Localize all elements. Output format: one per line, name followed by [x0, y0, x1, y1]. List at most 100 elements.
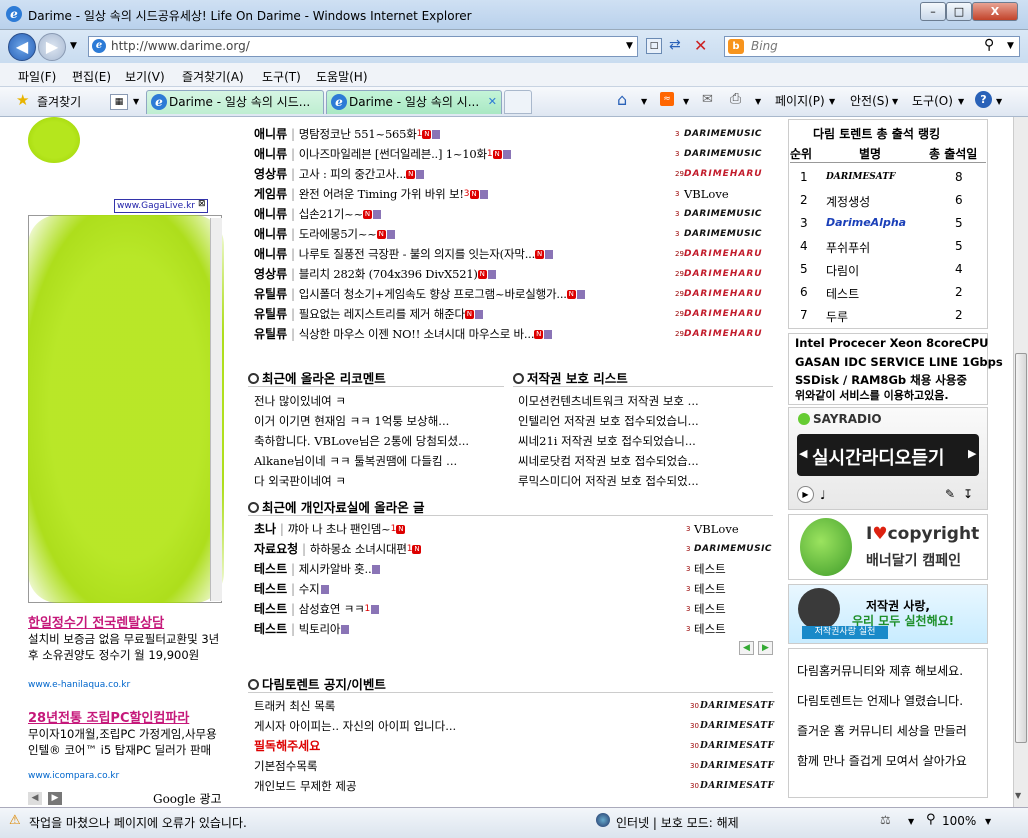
radio-prev-icon[interactable]: ◀: [799, 447, 807, 460]
notice-item[interactable]: 기본점수목록: [254, 757, 674, 775]
uploader-name[interactable]: DARIMEHARU: [684, 325, 763, 343]
back-button[interactable]: ◀: [8, 33, 36, 61]
address-bar[interactable]: e http://www.darime.org/: [88, 36, 638, 57]
category-label[interactable]: 영상류: [254, 167, 287, 181]
copyright-item[interactable]: 씨네21i 저작권 보호 접수되었습니...: [518, 432, 770, 450]
post-title[interactable]: 꺄아 나 초나 팬인뎀~: [288, 522, 391, 536]
uploader-name[interactable]: VBLove: [684, 185, 729, 203]
upload-title[interactable]: 완전 어려운 Timing 가위 바위 보!: [299, 187, 464, 201]
upload-row[interactable]: 영상류 | 고사 : 피의 중간고사... N: [254, 165, 425, 183]
category-label[interactable]: 애니류: [254, 147, 287, 161]
print-icon[interactable]: ⎙: [730, 91, 741, 107]
personal-row[interactable]: 초나 | 꺄아 나 초나 팬인뎀~1 N: [254, 520, 406, 538]
print-dropdown-icon[interactable]: ▼: [755, 97, 761, 106]
zoom-dropdown-icon[interactable]: ▼: [985, 817, 991, 826]
personal-row[interactable]: 테스트 | 빅토리아: [254, 620, 350, 638]
upload-row[interactable]: 게임류 | 완전 어려운 Timing 가위 바위 보!3 N: [254, 185, 488, 203]
poster-name[interactable]: 테스트: [694, 600, 726, 618]
uploader-name[interactable]: DARIMEMUSIC: [684, 205, 762, 223]
category-label[interactable]: 애니류: [254, 127, 287, 141]
rss-dropdown-icon[interactable]: ▼: [683, 97, 689, 106]
comment-item[interactable]: 다 외국판이네여 ㅋ: [254, 472, 500, 490]
upload-title[interactable]: 십손21기~~: [299, 207, 363, 221]
rank-nickname[interactable]: DarimeAlpha: [826, 216, 906, 229]
personal-next-button[interactable]: ▶: [758, 641, 773, 655]
upload-title[interactable]: 도라에몽5기~~: [299, 227, 377, 241]
category-label[interactable]: 게임류: [254, 187, 287, 201]
category-label[interactable]: 테스트: [254, 582, 287, 596]
category-label[interactable]: 유틸류: [254, 307, 287, 321]
category-label[interactable]: 애니류: [254, 227, 287, 241]
zoom-icon[interactable]: ⚲: [926, 812, 936, 827]
new-tab-button[interactable]: [504, 90, 532, 114]
uploader-name[interactable]: DARIMEMUSIC: [684, 125, 762, 143]
notice-item[interactable]: 트래커 최신 목록: [254, 697, 674, 715]
notice-author[interactable]: DARIMESATF: [700, 717, 774, 735]
ad-next-button[interactable]: ▶: [48, 792, 62, 805]
upload-title[interactable]: 이나즈마일레븐 [썬더일레븐..] 1~10화: [299, 147, 487, 161]
rank-nickname[interactable]: DARIMESATF: [826, 172, 895, 182]
radio-next-icon[interactable]: ▶: [968, 447, 976, 460]
compatibility-icon[interactable]: □: [646, 38, 662, 54]
radio-play-icon[interactable]: ▶: [797, 486, 814, 503]
search-input[interactable]: b Bing: [724, 36, 1020, 57]
radio-download-icon[interactable]: ↧: [963, 487, 973, 501]
category-label[interactable]: 영상류: [254, 267, 287, 281]
tab-darime-1[interactable]: e Darime - 일상 속의 시드...: [146, 90, 324, 114]
maximize-button[interactable]: □: [946, 2, 972, 21]
uploader-name[interactable]: DARIMEHARU: [684, 285, 763, 303]
notice-item[interactable]: 개인보드 무제한 제공: [254, 777, 674, 795]
google-ads-label[interactable]: Google 광고: [153, 790, 222, 807]
upload-title[interactable]: 입시폴더 청소기+게임속도 향상 프로그램~바로실행가...: [299, 287, 567, 301]
menu-file[interactable]: 파일(F): [18, 68, 56, 85]
stop-icon[interactable]: ✕: [694, 36, 707, 55]
upload-row[interactable]: 유틸류 | 입시폴더 청소기+게임속도 향상 프로그램~바로실행가... N: [254, 285, 585, 303]
favorites-star-icon[interactable]: ★: [16, 91, 29, 109]
category-label[interactable]: 자료요청: [254, 542, 298, 556]
notice-author[interactable]: DARIMESATF: [700, 757, 774, 775]
poster-name[interactable]: DARIMEMUSIC: [694, 540, 772, 558]
search-icon[interactable]: ⚲: [984, 37, 994, 53]
favorites-button[interactable]: 즐겨찾기: [37, 93, 81, 110]
category-label[interactable]: 유틸류: [254, 287, 287, 301]
upload-title[interactable]: 고사 : 피의 중간고사...: [299, 167, 407, 181]
tools-menu[interactable]: 도구(O): [912, 92, 953, 109]
personal-row[interactable]: 테스트 | 제시카알바 홋..: [254, 560, 381, 578]
poster-name[interactable]: 테스트: [694, 580, 726, 598]
notice-author[interactable]: DARIMESATF: [700, 737, 774, 755]
help-dropdown-icon[interactable]: ▼: [996, 97, 1002, 106]
radio-label[interactable]: 실시간라디오듣기: [812, 444, 944, 470]
upload-row[interactable]: 애니류 | 이나즈마일레븐 [썬더일레븐..] 1~10화1 N: [254, 145, 511, 163]
home-dropdown-icon[interactable]: ▼: [641, 97, 647, 106]
ad1-url[interactable]: www.e-hanilaqua.co.kr: [28, 680, 130, 690]
post-title[interactable]: 제시카알바 홋..: [299, 562, 372, 576]
menu-favorites[interactable]: 즐겨찾기(A): [182, 68, 244, 85]
poster-name[interactable]: VBLove: [694, 520, 739, 538]
ad-prev-button[interactable]: ◀: [28, 792, 42, 805]
rank-nickname[interactable]: 다림이: [826, 262, 859, 279]
category-label[interactable]: 초나: [254, 522, 276, 536]
upload-row[interactable]: 영상류 | 블리치 282화 (704x396 DivX521) N: [254, 265, 496, 283]
search-dropdown-icon[interactable]: ▼: [1007, 41, 1014, 51]
page-dropdown-icon[interactable]: ▼: [829, 97, 835, 106]
notice-author[interactable]: DARIMESATF: [700, 697, 774, 715]
scrollbar-thumb[interactable]: [1015, 353, 1027, 743]
upload-title[interactable]: 블리치 282화 (704x396 DivX521): [299, 267, 478, 281]
copyright-item[interactable]: 씨네로닷컴 저작권 보호 접수되었습...: [518, 452, 770, 470]
forward-button[interactable]: ▶: [38, 33, 66, 61]
upload-row[interactable]: 유틸류 | 식상한 마우스 이젠 NO!! 소녀시대 마우스로 바... N: [254, 325, 553, 343]
post-title[interactable]: 하하몽쇼 소녀시대편: [310, 542, 407, 556]
tab-darime-2[interactable]: e Darime - 일상 속의 시... ✕: [326, 90, 502, 114]
category-label[interactable]: 테스트: [254, 622, 287, 636]
ad1-title[interactable]: 한일정수기 전국렌탈상담: [28, 612, 224, 631]
category-label[interactable]: 애니류: [254, 247, 287, 261]
zoom-level[interactable]: 100%: [942, 814, 976, 828]
comment-item[interactable]: 축하합니다. VBLove님은 2통에 당첨되셨...: [254, 432, 500, 450]
page-menu[interactable]: 페이지(P): [775, 92, 825, 109]
menu-edit[interactable]: 편집(E): [72, 68, 111, 85]
upload-title[interactable]: 나루토 질풍전 극장판 - 불의 의지를 잇는자(자막...: [299, 247, 535, 261]
poster-name[interactable]: 테스트: [694, 620, 726, 638]
category-label[interactable]: 테스트: [254, 562, 287, 576]
upload-row[interactable]: 애니류 | 명탐정코난 551~565화1 N: [254, 125, 441, 143]
upload-title[interactable]: 명탐정코난 551~565화: [299, 127, 417, 141]
